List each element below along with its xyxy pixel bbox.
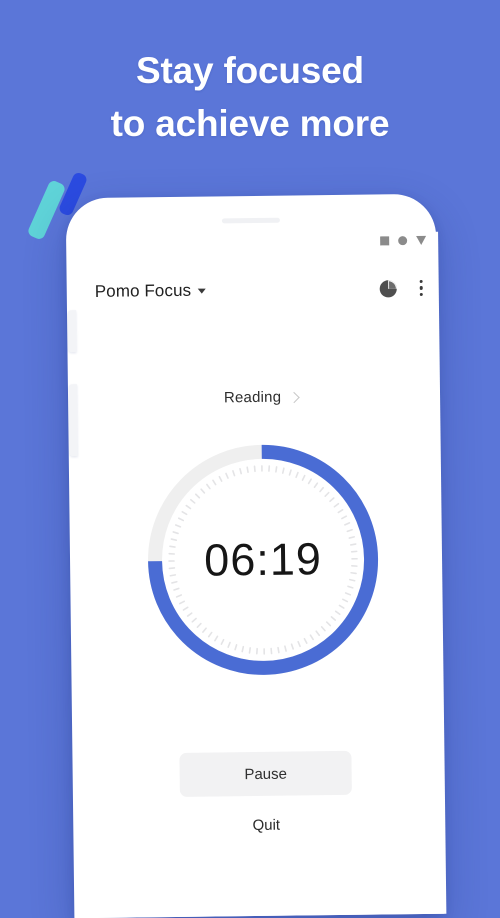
caret-down-icon[interactable] (198, 288, 206, 293)
phone-volume-up-button[interactable] (68, 310, 77, 352)
app-bar-spacer (206, 288, 378, 290)
timer-ring: 06:19 (138, 434, 389, 685)
kebab-dot (419, 286, 423, 290)
more-vertical-icon[interactable] (417, 278, 425, 299)
headline-line-2: to achieve more (0, 97, 500, 150)
triangle-down-icon (416, 236, 426, 245)
app-bar: Pomo Focus (80, 266, 439, 314)
phone-speaker (222, 218, 280, 224)
quit-button[interactable]: Quit (87, 814, 445, 837)
pause-button[interactable]: Pause (179, 751, 352, 797)
status-bar (380, 236, 426, 246)
pie-chart-icon[interactable] (378, 279, 397, 298)
timer-display: 06:19 (138, 434, 389, 685)
task-selector[interactable]: Reading (82, 387, 440, 408)
square-icon (380, 236, 389, 245)
kebab-dot (419, 293, 423, 297)
phone-volume-down-button[interactable] (69, 384, 78, 456)
app-title[interactable]: Pomo Focus (95, 281, 192, 302)
page-title: Stay focused to achieve more (0, 44, 500, 151)
phone-body: Pomo Focus Reading (66, 194, 445, 918)
headline-line-1: Stay focused (0, 44, 500, 97)
circle-icon (398, 236, 407, 245)
kebab-dot (419, 280, 423, 284)
chevron-right-icon (289, 391, 300, 402)
phone-mockup: Pomo Focus Reading (58, 194, 453, 918)
task-label: Reading (224, 389, 281, 407)
app-screen: Pomo Focus Reading (80, 232, 446, 918)
